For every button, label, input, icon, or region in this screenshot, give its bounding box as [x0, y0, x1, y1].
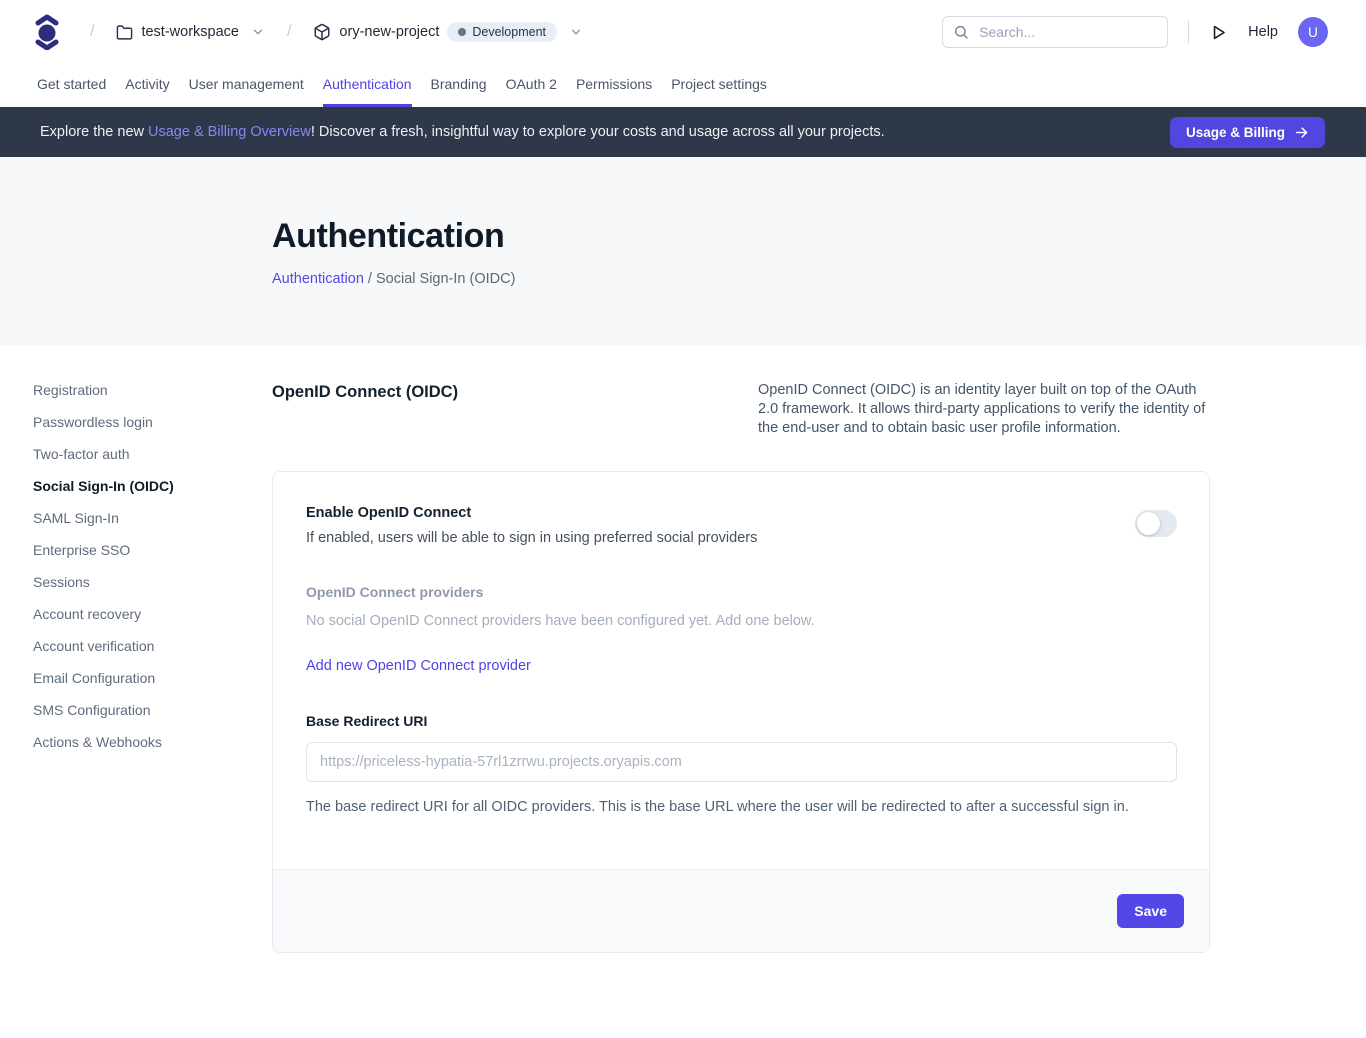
- base-redirect-uri-input[interactable]: [306, 742, 1177, 782]
- base-redirect-uri-label: Base Redirect URI: [306, 713, 1177, 729]
- breadcrumb-authentication-link[interactable]: Authentication: [272, 271, 364, 287]
- workspace-breadcrumb: / test-workspace /: [34, 14, 583, 50]
- project-nav-tabs: Get started Activity User management Aut…: [0, 64, 1366, 107]
- user-avatar[interactable]: U: [1298, 17, 1328, 47]
- section-header: OpenID Connect (OIDC) OpenID Connect (OI…: [272, 381, 1210, 438]
- sidebar-item-sms-configuration[interactable]: SMS Configuration: [33, 701, 272, 719]
- enable-oidc-row: Enable OpenID Connect If enabled, users …: [306, 505, 1177, 546]
- add-provider-link[interactable]: Add new OpenID Connect provider: [306, 658, 531, 674]
- sidebar-item-social-sign-in[interactable]: Social Sign-In (OIDC): [33, 477, 272, 495]
- sidebar-item-account-recovery[interactable]: Account recovery: [33, 605, 272, 623]
- enable-oidc-description: If enabled, users will be able to sign i…: [306, 530, 1135, 546]
- providers-empty-message: No social OpenID Connect providers have …: [306, 613, 1177, 629]
- environment-dot-icon: [458, 28, 466, 36]
- help-link[interactable]: Help: [1248, 24, 1278, 40]
- sidebar-item-enterprise-sso[interactable]: Enterprise SSO: [33, 541, 272, 559]
- environment-badge: Development: [447, 22, 557, 42]
- tab-authentication[interactable]: Authentication: [323, 64, 412, 107]
- save-button[interactable]: Save: [1117, 894, 1184, 928]
- toggle-knob: [1137, 512, 1160, 535]
- oidc-settings-card: Enable OpenID Connect If enabled, users …: [272, 471, 1210, 953]
- sidebar-item-registration[interactable]: Registration: [33, 381, 272, 399]
- banner-text-before: Explore the new: [40, 124, 148, 140]
- enable-oidc-label: Enable OpenID Connect: [306, 505, 1135, 521]
- sidebar-item-email-configuration[interactable]: Email Configuration: [33, 669, 272, 687]
- tab-permissions[interactable]: Permissions: [576, 64, 652, 107]
- sidebar-item-account-verification[interactable]: Account verification: [33, 637, 272, 655]
- breadcrumb-separator: /: [82, 23, 102, 41]
- header-top-row: / test-workspace /: [0, 0, 1366, 64]
- settings-sidebar: Registration Passwordless login Two-fact…: [0, 381, 272, 953]
- breadcrumb-separator: /: [279, 23, 299, 41]
- search-input[interactable]: [977, 23, 1157, 41]
- usage-billing-banner: Explore the new Usage & Billing Overview…: [0, 107, 1366, 157]
- breadcrumb-separator: /: [364, 271, 376, 287]
- workspace-name: test-workspace: [141, 24, 239, 40]
- header-divider: [1188, 21, 1189, 43]
- project-selector[interactable]: ory-new-project Development: [313, 22, 583, 42]
- sidebar-item-sessions[interactable]: Sessions: [33, 573, 272, 591]
- tab-get-started[interactable]: Get started: [37, 64, 106, 107]
- base-redirect-uri-help: The base redirect URI for all OIDC provi…: [306, 799, 1177, 815]
- banner-text-after: ! Discover a fresh, insightful way to ex…: [311, 124, 885, 140]
- main-area: Registration Passwordless login Two-fact…: [0, 345, 1366, 953]
- tab-user-management[interactable]: User management: [189, 64, 304, 107]
- card-footer: Save: [273, 869, 1209, 952]
- arrow-right-icon: [1294, 125, 1309, 140]
- tab-activity[interactable]: Activity: [125, 64, 169, 107]
- package-icon: [313, 23, 331, 41]
- sidebar-item-two-factor-auth[interactable]: Two-factor auth: [33, 445, 272, 463]
- folder-icon: [116, 24, 133, 41]
- enable-oidc-toggle[interactable]: [1135, 510, 1177, 537]
- search-box[interactable]: [942, 16, 1168, 48]
- app-header: / test-workspace /: [0, 0, 1366, 107]
- section-title: OpenID Connect (OIDC): [272, 381, 758, 438]
- enable-oidc-text: Enable OpenID Connect If enabled, users …: [306, 505, 1135, 546]
- environment-label: Development: [472, 25, 546, 39]
- sidebar-item-actions-webhooks[interactable]: Actions & Webhooks: [33, 733, 272, 751]
- oidc-card-body: Enable OpenID Connect If enabled, users …: [273, 472, 1209, 869]
- providers-section-label: OpenID Connect providers: [306, 584, 1177, 600]
- sidebar-item-passwordless-login[interactable]: Passwordless login: [33, 413, 272, 431]
- banner-text: Explore the new Usage & Billing Overview…: [40, 124, 885, 140]
- content-column: OpenID Connect (OIDC) OpenID Connect (OI…: [272, 381, 1210, 953]
- changelog-play-icon[interactable]: [1209, 23, 1228, 42]
- header-actions: Help U: [942, 16, 1328, 48]
- page-title: Authentication: [272, 217, 1366, 256]
- project-name: ory-new-project: [339, 24, 439, 40]
- chevron-down-icon: [251, 25, 265, 39]
- chevron-down-icon: [569, 25, 583, 39]
- ory-logo-icon[interactable]: [34, 14, 60, 50]
- tab-branding[interactable]: Branding: [431, 64, 487, 107]
- tab-oauth2[interactable]: OAuth 2: [506, 64, 557, 107]
- search-icon: [953, 24, 969, 40]
- page-hero: Authentication Authentication / Social S…: [0, 157, 1366, 345]
- banner-usage-billing-link[interactable]: Usage & Billing Overview: [148, 124, 311, 140]
- breadcrumb-current: Social Sign-In (OIDC): [376, 271, 515, 287]
- workspace-selector[interactable]: test-workspace: [116, 24, 265, 41]
- page-breadcrumb: Authentication / Social Sign-In (OIDC): [272, 271, 1366, 287]
- usage-billing-button-label: Usage & Billing: [1186, 125, 1285, 140]
- section-description: OpenID Connect (OIDC) is an identity lay…: [758, 381, 1210, 438]
- usage-billing-button[interactable]: Usage & Billing: [1170, 117, 1325, 148]
- tab-project-settings[interactable]: Project settings: [671, 64, 767, 107]
- sidebar-item-saml-sign-in[interactable]: SAML Sign-In: [33, 509, 272, 527]
